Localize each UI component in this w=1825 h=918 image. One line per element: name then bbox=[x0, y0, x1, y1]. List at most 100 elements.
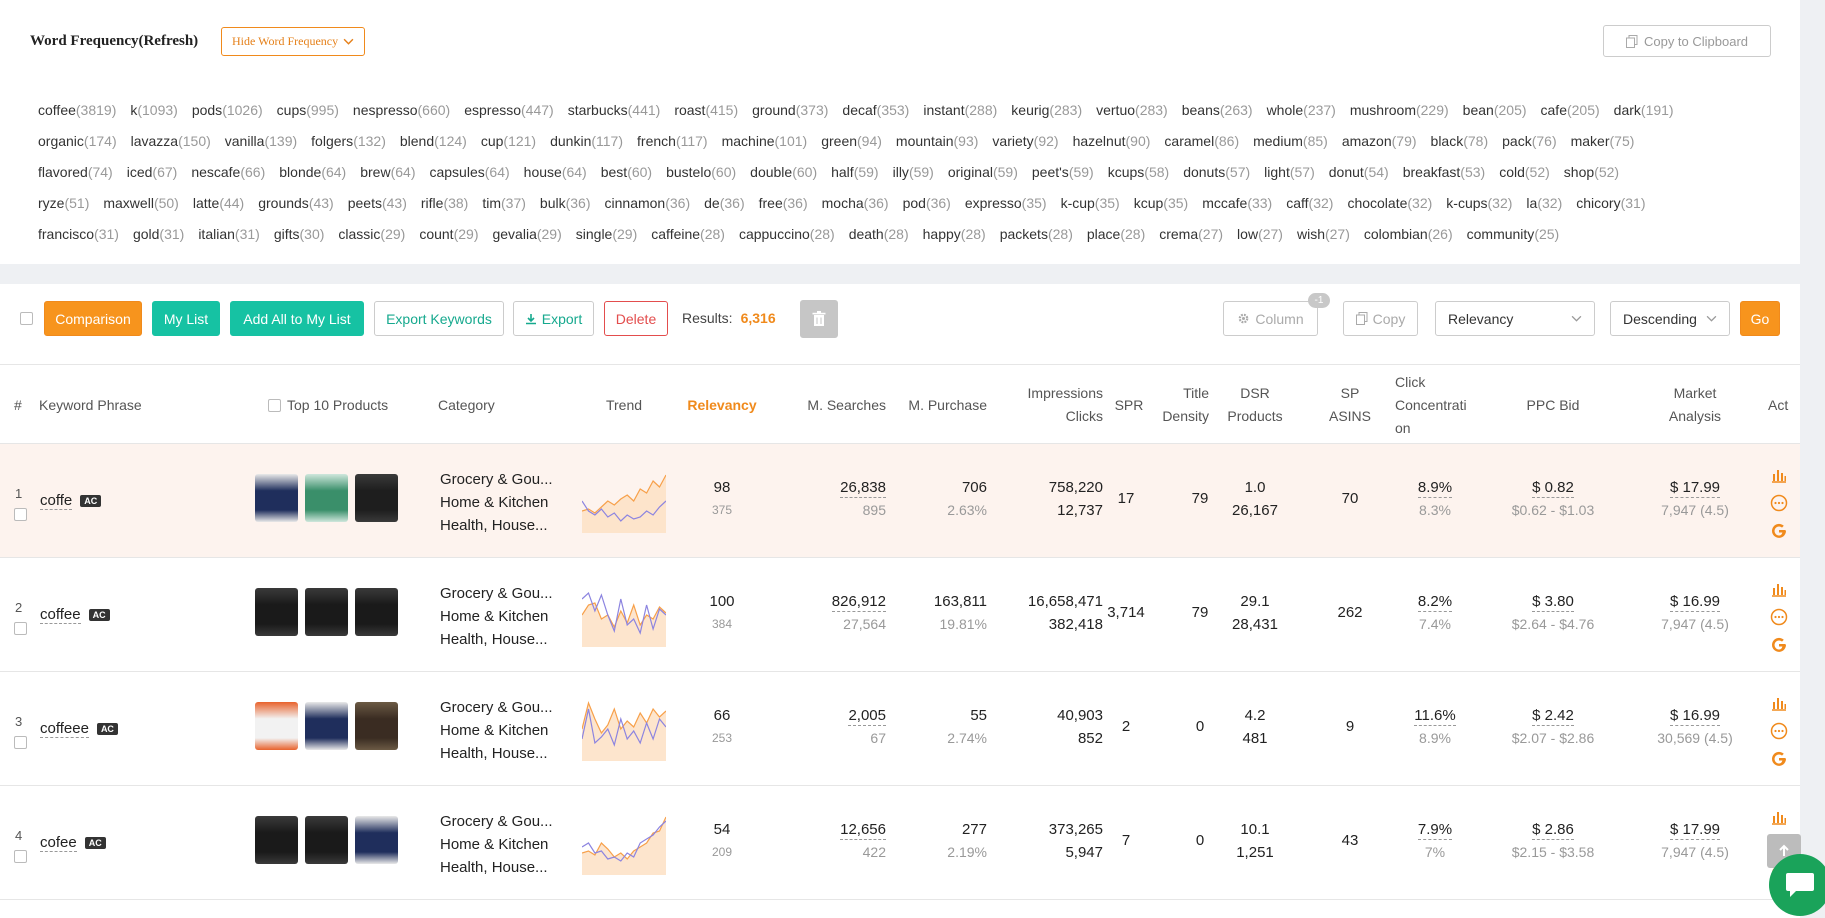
word-chip[interactable]: lavazza(150) bbox=[131, 133, 211, 149]
word-chip[interactable]: free(36) bbox=[759, 195, 808, 211]
bar-chart-icon[interactable] bbox=[1770, 466, 1788, 484]
trend-sparkline[interactable] bbox=[582, 585, 666, 647]
market-price-value[interactable]: $ 16.99 bbox=[1669, 593, 1721, 612]
m-searches-value[interactable]: 26,838 bbox=[840, 479, 886, 498]
word-chip[interactable]: peets(43) bbox=[348, 195, 407, 211]
google-icon[interactable] bbox=[1770, 636, 1788, 654]
word-chip[interactable]: mushroom(229) bbox=[1350, 102, 1449, 118]
ppc-bid-value[interactable]: $ 0.82 bbox=[1532, 479, 1574, 498]
google-icon[interactable] bbox=[1770, 522, 1788, 540]
word-chip[interactable]: cinnamon(36) bbox=[605, 195, 691, 211]
col-m-purchase[interactable]: M. Purchase bbox=[890, 365, 987, 445]
market-price-value[interactable]: $ 16.99 bbox=[1669, 707, 1721, 726]
col-m-searches[interactable]: M. Searches bbox=[780, 365, 886, 445]
product-thumbnail[interactable] bbox=[355, 588, 398, 636]
row-checkbox[interactable] bbox=[14, 622, 27, 635]
word-chip[interactable]: grounds(43) bbox=[258, 195, 334, 211]
word-chip[interactable]: mccafe(33) bbox=[1202, 195, 1272, 211]
trash-button[interactable] bbox=[800, 300, 838, 338]
m-searches-value[interactable]: 12,656 bbox=[840, 821, 886, 840]
word-chip[interactable]: french(117) bbox=[637, 133, 708, 149]
word-chip[interactable]: gold(31) bbox=[133, 226, 184, 242]
keyword-link[interactable]: coffe bbox=[40, 492, 73, 510]
word-chip[interactable]: cappuccino(28) bbox=[739, 226, 835, 242]
select-all-checkbox[interactable] bbox=[20, 312, 33, 325]
word-chip[interactable]: espresso(447) bbox=[464, 102, 554, 118]
col-relevancy[interactable]: Relevancy bbox=[680, 365, 764, 445]
keyword-link[interactable]: coffee bbox=[40, 606, 81, 624]
word-chip[interactable]: shop(52) bbox=[1564, 164, 1619, 180]
export-button[interactable]: Export bbox=[513, 301, 594, 336]
click-concentration-value[interactable]: 11.6% bbox=[1414, 707, 1456, 726]
trend-sparkline[interactable] bbox=[582, 699, 666, 761]
column-button[interactable]: Column bbox=[1223, 301, 1318, 336]
bar-chart-icon[interactable] bbox=[1770, 580, 1788, 598]
word-chip[interactable]: mocha(36) bbox=[822, 195, 889, 211]
word-chip[interactable]: half(59) bbox=[831, 164, 878, 180]
word-chip[interactable]: cups(995) bbox=[277, 102, 339, 118]
word-chip[interactable]: nespresso(660) bbox=[353, 102, 450, 118]
word-chip[interactable]: mountain(93) bbox=[896, 133, 979, 149]
keyword-link[interactable]: cofee bbox=[40, 834, 77, 852]
word-chip[interactable]: de(36) bbox=[704, 195, 744, 211]
word-chip[interactable]: ryze(51) bbox=[38, 195, 89, 211]
word-chip[interactable]: double(60) bbox=[750, 164, 817, 180]
chat-button[interactable] bbox=[1769, 854, 1825, 916]
product-thumbnail[interactable] bbox=[355, 816, 398, 864]
product-thumbnail[interactable] bbox=[255, 588, 298, 636]
click-concentration-value[interactable]: 8.2% bbox=[1417, 593, 1453, 612]
word-chip[interactable]: green(94) bbox=[821, 133, 882, 149]
product-thumbnail[interactable] bbox=[255, 474, 298, 522]
top10-checkbox[interactable] bbox=[268, 398, 281, 412]
word-chip[interactable]: low(27) bbox=[1237, 226, 1283, 242]
copy-to-clipboard-button[interactable]: Copy to Clipboard bbox=[1603, 25, 1771, 57]
go-button[interactable]: Go bbox=[1740, 301, 1780, 336]
table-row[interactable]: 1 coffe AC Grocery & Gou... Home & Kitch… bbox=[0, 444, 1800, 558]
word-chip[interactable]: vanilla(139) bbox=[225, 133, 297, 149]
word-chip[interactable]: maker(75) bbox=[1571, 133, 1635, 149]
word-chip[interactable]: starbucks(441) bbox=[568, 102, 661, 118]
col-sp-asins[interactable]: SP ASINS bbox=[1310, 365, 1390, 445]
word-chip[interactable]: best(60) bbox=[601, 164, 652, 180]
col-title-density[interactable]: Title Density bbox=[1150, 365, 1209, 445]
col-click-concentration[interactable]: Click Concentrati on bbox=[1395, 365, 1475, 445]
col-ppc-bid[interactable]: PPC Bid bbox=[1490, 365, 1616, 445]
word-chip[interactable]: maxwell(50) bbox=[103, 195, 178, 211]
word-chip[interactable]: coffee(3819) bbox=[38, 102, 116, 118]
word-chip[interactable]: bulk(36) bbox=[540, 195, 591, 211]
hide-word-frequency-button[interactable]: Hide Word Frequency bbox=[221, 27, 366, 56]
product-thumbnail[interactable] bbox=[355, 702, 398, 750]
word-chip[interactable]: pack(76) bbox=[1502, 133, 1556, 149]
google-icon[interactable] bbox=[1770, 750, 1788, 768]
word-chip[interactable]: tim(37) bbox=[482, 195, 526, 211]
table-row[interactable]: 2 coffee AC Grocery & Gou... Home & Kitc… bbox=[0, 558, 1800, 672]
word-chip[interactable]: folgers(132) bbox=[311, 133, 386, 149]
word-frequency-title[interactable]: Word Frequency(Refresh) bbox=[30, 33, 198, 50]
word-chip[interactable]: light(57) bbox=[1264, 164, 1315, 180]
word-chip[interactable]: death(28) bbox=[849, 226, 909, 242]
word-chip[interactable]: organic(174) bbox=[38, 133, 117, 149]
word-chip[interactable]: latte(44) bbox=[193, 195, 244, 211]
word-chip[interactable]: medium(85) bbox=[1253, 133, 1328, 149]
trend-sparkline[interactable] bbox=[582, 813, 666, 875]
word-chip[interactable]: capsules(64) bbox=[429, 164, 509, 180]
col-impressions-clicks[interactable]: Impressions Clicks bbox=[990, 365, 1103, 445]
more-icon[interactable] bbox=[1770, 608, 1788, 626]
row-checkbox[interactable] bbox=[14, 736, 27, 749]
word-chip[interactable]: wish(27) bbox=[1297, 226, 1350, 242]
col-market-analysis[interactable]: Market Analysis bbox=[1640, 365, 1750, 445]
trend-sparkline[interactable] bbox=[582, 471, 666, 533]
word-chip[interactable]: cold(52) bbox=[1499, 164, 1550, 180]
word-chip[interactable]: caramel(86) bbox=[1164, 133, 1239, 149]
word-chip[interactable]: caffeine(28) bbox=[651, 226, 725, 242]
word-chip[interactable]: kcups(58) bbox=[1108, 164, 1169, 180]
product-thumbnail[interactable] bbox=[355, 474, 398, 522]
word-chip[interactable]: pods(1026) bbox=[192, 102, 263, 118]
word-chip[interactable]: community(25) bbox=[1467, 226, 1560, 242]
word-chip[interactable]: beans(263) bbox=[1182, 102, 1253, 118]
row-checkbox[interactable] bbox=[14, 850, 27, 863]
word-chip[interactable]: bustelo(60) bbox=[666, 164, 736, 180]
add-all-to-my-list-button[interactable]: Add All to My List bbox=[230, 301, 364, 336]
word-chip[interactable]: expresso(35) bbox=[965, 195, 1047, 211]
bar-chart-icon[interactable] bbox=[1770, 808, 1788, 826]
